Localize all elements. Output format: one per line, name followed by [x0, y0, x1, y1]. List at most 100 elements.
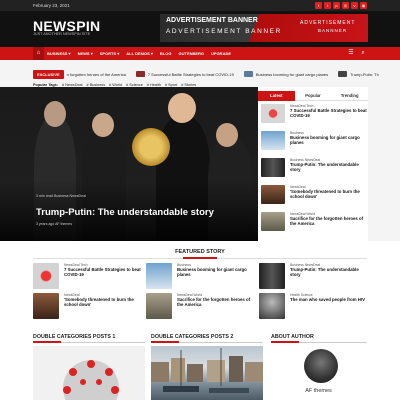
news-ticker: EXCLUSIVE n forgotten heroes of the Amer… [33, 69, 379, 79]
sidebar-post[interactable]: NewsDeal 'Somebody threatened to burn the… [261, 185, 367, 209]
hero-figure [216, 123, 238, 147]
tab-popular[interactable]: Popular [294, 91, 332, 101]
nav-item-gutenberg[interactable]: GUTENBERG [178, 51, 204, 56]
sidebar-tabs: Latest Popular Trending [258, 91, 369, 101]
tag-link[interactable]: # Sport [165, 83, 177, 87]
facebook-icon[interactable]: f [315, 2, 322, 9]
twitter-icon[interactable]: t [324, 2, 331, 9]
featured-post[interactable]: NewsDeal Tech 7 Successful Battle Strateg… [33, 263, 141, 291]
ad-text-1: ADVERTISEMENT BANNER [166, 17, 258, 24]
post-thumbnail [261, 131, 285, 150]
sidebar-post[interactable]: Business NewsDeal Trump-Putin: The unders… [261, 158, 367, 182]
post-thumbnail [259, 263, 285, 289]
nav-item-news[interactable]: NEWS ▾ [78, 51, 93, 56]
ticker-text: n forgotten heroes of the America [66, 71, 126, 77]
post-thumbnail [146, 293, 172, 319]
tag-link[interactable]: # Business [87, 83, 106, 87]
post-thumbnail [261, 104, 285, 123]
section-heading: ABOUT AUTHOR [271, 334, 314, 340]
post-title[interactable]: Sacrifice for the forgotten heroes of th… [290, 216, 367, 226]
ticker-thumb [135, 71, 145, 77]
tag-link[interactable]: # Health [147, 83, 161, 87]
harbor-image[interactable] [151, 346, 263, 400]
post-title[interactable]: 7 Successful Battle Strategies to beat C… [64, 267, 141, 277]
post-thumbnail [259, 293, 285, 319]
social-icons: f t p ◎ v ◉ [315, 2, 367, 9]
featured-post[interactable]: Business Business booming for giant cargo… [146, 263, 254, 291]
featured-post[interactable]: NewsDeal 'Somebody threatened to burn the… [33, 293, 141, 321]
rss-icon[interactable]: ◉ [360, 2, 367, 9]
post-thumbnail [261, 212, 285, 231]
search-icon[interactable]: ⌕ [359, 49, 367, 57]
ticker-item[interactable]: 7 Successful Battle Strategies to beat C… [135, 71, 234, 77]
featured-post[interactable]: Business NewsDeal Trump-Putin: The unders… [259, 263, 367, 291]
menu-icon[interactable]: ☰ [347, 49, 355, 57]
hero-figure [168, 93, 196, 123]
post-title[interactable]: Sacrifice for the forgotten heroes of th… [177, 297, 254, 307]
post-title[interactable]: Trump-Putin: The understandable story [290, 162, 367, 172]
post-thumbnail [146, 263, 172, 289]
post-title[interactable]: Business booming for giant cargo planes [290, 135, 367, 145]
tag-link[interactable]: # Stories [181, 83, 196, 87]
post-title[interactable]: Trump-Putin: The understandable story [290, 267, 367, 277]
featured-post[interactable]: Health Science The man who saved people f… [259, 293, 367, 321]
ad-text-4: BANNNER [318, 28, 348, 33]
heading-accent [151, 341, 179, 343]
tag-link[interactable]: # Science [126, 83, 143, 87]
ticker-thumb [338, 71, 348, 77]
nav-item-upgrade[interactable]: UPGRADE [211, 51, 231, 56]
tab-trending[interactable]: Trending [331, 91, 369, 101]
section-heading: DOUBLE CATEGORIES POSTS 1 [33, 334, 116, 340]
ad-text-2: ADVERTISEMENT BANNER [166, 28, 282, 35]
vimeo-icon[interactable]: v [351, 2, 358, 9]
featured-heading: FEATURED STORY [175, 249, 225, 255]
sidebar-post[interactable]: NewsDeal Tech 7 Successful Battle Strateg… [261, 104, 367, 128]
post-title[interactable]: 'Somebody threatened to burn the school … [64, 297, 141, 307]
nav-item-all-demos[interactable]: ALL DEMOS ▾ [126, 51, 153, 56]
heading-accent [271, 341, 299, 343]
date-text: February 23, 2021 [33, 3, 70, 8]
heading-accent [183, 257, 217, 259]
hero-figure [44, 101, 66, 127]
sidebar-post[interactable]: NewsDeal World Sacrifice for the forgotte… [261, 212, 367, 236]
heading-accent [33, 341, 61, 343]
nav-menu: ⌂ BUSINESS ▾ NEWS ▾ SPORTS ▾ ALL DEMOS ▾… [33, 47, 238, 60]
tag-link[interactable]: # NewsDeal [62, 83, 82, 87]
nav-item-business[interactable]: BUSINESS ▾ [47, 51, 71, 56]
featured-post[interactable]: NewsDeal World Sacrifice for the forgotte… [146, 293, 254, 321]
post-thumbnail [261, 158, 285, 177]
post-title[interactable]: 'Somebody threatened to burn the school … [290, 189, 367, 199]
author-avatar[interactable] [304, 349, 338, 383]
home-icon[interactable]: ⌂ [33, 47, 44, 60]
hero-categories[interactable]: 3 min read Business NewsDeal [36, 194, 86, 198]
tab-latest[interactable]: Latest [258, 91, 295, 101]
hero-meta: 3 years ago AF themes [36, 222, 72, 226]
pinterest-icon[interactable]: p [333, 2, 340, 9]
hero-title[interactable]: Trump-Putin: The understandable story [36, 207, 214, 218]
site-tagline: JUST ANOTHER NEWSPIN SITE [33, 32, 91, 36]
post-title[interactable]: 7 Successful Battle Strategies to beat C… [290, 108, 367, 118]
instagram-icon[interactable]: ◎ [342, 2, 349, 9]
ticker-item[interactable]: Business booming for giant cargo planes [243, 71, 329, 77]
ad-text-3: ADVERTISEMENT [300, 20, 356, 26]
virus-image[interactable] [33, 346, 145, 400]
nav-item-sports[interactable]: SPORTS ▾ [100, 51, 120, 56]
author-name[interactable]: AF themes [270, 388, 367, 394]
post-thumbnail [33, 263, 59, 289]
post-thumbnail [33, 293, 59, 319]
nav-item-blog[interactable]: BLOG [160, 51, 172, 56]
tag-link[interactable]: # World [109, 83, 122, 87]
ticker-item[interactable]: n forgotten heroes of the America [67, 72, 126, 77]
section-heading: DOUBLE CATEGORIES POSTS 2 [151, 334, 234, 340]
sidebar-post[interactable]: Business Business booming for giant cargo… [261, 131, 367, 155]
nav-actions: ☰ ⌕ [347, 49, 367, 57]
post-thumbnail [261, 185, 285, 204]
hero-figure [92, 113, 114, 137]
gold-plaque [132, 128, 170, 166]
ticker-text: Business booming for giant cargo planes [255, 71, 329, 77]
post-title[interactable]: Business booming for giant cargo planes [177, 267, 254, 277]
post-title[interactable]: The man who saved people from HIV [290, 297, 365, 302]
ticker-item[interactable]: Trump-Putin: Th [338, 71, 379, 77]
virus-illustration [63, 360, 119, 400]
ticker-text: 7 Successful Battle Strategies to beat C… [147, 71, 234, 77]
